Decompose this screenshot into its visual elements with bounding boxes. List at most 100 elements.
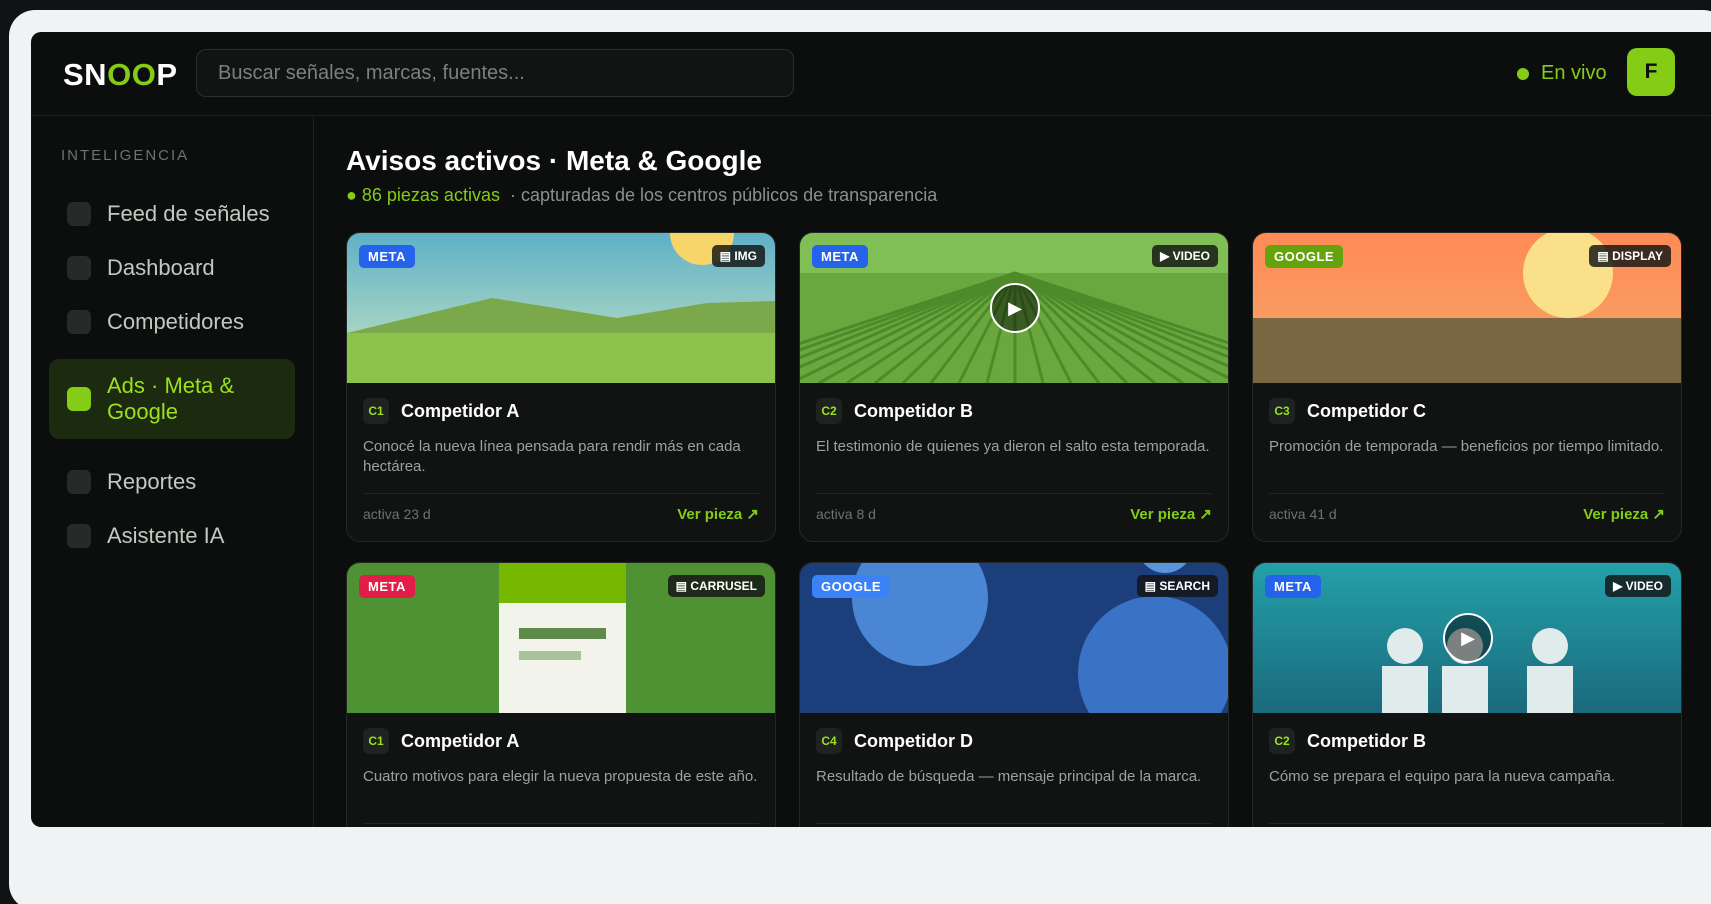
play-icon[interactable]: ▶	[990, 283, 1040, 333]
view-piece-link[interactable]: Ver pieza ↗	[1583, 505, 1665, 523]
format-badge: ▶ VIDEO	[1152, 245, 1218, 267]
sidebar-item-5[interactable]: Asistente IA	[49, 509, 295, 563]
sidebar-item-1[interactable]: Dashboard	[49, 241, 295, 295]
ad-card-footer	[816, 823, 1212, 827]
ad-description: Promoción de temporada — beneficios por …	[1269, 438, 1664, 455]
ad-thumbnail[interactable]: GOOGLE ▤ SEARCH	[800, 563, 1228, 713]
competitor-code: C1	[363, 728, 389, 754]
ad-card-footer: activa 8 d Ver pieza ↗	[816, 493, 1212, 533]
ad-card-body: C3 Competidor C Promoción de temporada —…	[1269, 398, 1665, 457]
competitor-code: C4	[816, 728, 842, 754]
ad-card-footer: activa 41 d Ver pieza ↗	[1269, 493, 1665, 533]
platform-badge: GOOGLE	[1265, 245, 1344, 268]
format-badge: ▶ VIDEO	[1605, 575, 1671, 597]
ad-description: El testimonio de quienes ya dieron el sa…	[816, 438, 1210, 455]
ad-card[interactable]: META ▶ VIDEO ▶ C2 Competidor B Cómo se p…	[1252, 562, 1682, 827]
sidebar-nav: Feed de señales Dashboard Competidores Ads …	[49, 187, 295, 563]
search-input[interactable]	[197, 50, 793, 96]
ad-card-footer	[1269, 823, 1665, 827]
top-bar: SNOOP En vivo F	[31, 32, 1711, 116]
live-status: En vivo	[1517, 62, 1607, 85]
competitor-code: C1	[363, 398, 389, 424]
page-subtitle: ● 86 piezas activas · capturadas de los c…	[346, 185, 937, 206]
platform-badge: META	[359, 245, 415, 268]
ad-description: Conocé la nueva línea pensada para rendi…	[363, 438, 741, 475]
subtitle-text: · capturadas de los centros públicos de …	[509, 185, 938, 205]
ad-thumbnail[interactable]: GOOGLE ▤ DISPLAY	[1253, 233, 1681, 383]
sidebar-item-label: Competidores	[107, 309, 244, 334]
logo[interactable]: SNOOP	[63, 57, 178, 93]
sidebar-item-2[interactable]: Competidores	[49, 295, 295, 349]
nav-square-icon	[67, 524, 91, 548]
ad-card-footer: activa 23 d Ver pieza ↗	[363, 493, 759, 533]
active-days: activa 8 d	[816, 505, 876, 522]
ad-card[interactable]: GOOGLE ▤ SEARCH C4 Competidor D Resultad…	[799, 562, 1229, 827]
competitor-row: C3 Competidor C	[1269, 398, 1665, 424]
nav-square-icon	[67, 470, 91, 494]
play-icon[interactable]: ▶	[1443, 613, 1493, 663]
ad-card[interactable]: META ▶ VIDEO ▶ C2 Competidor B El testim…	[799, 232, 1229, 542]
avatar[interactable]: F	[1627, 48, 1675, 96]
competitor-name: Competidor A	[401, 730, 520, 751]
logo-text-c: P	[156, 57, 178, 92]
ad-card-body: C1 Competidor A Conocé la nueva línea pe…	[363, 398, 759, 477]
competitor-code: C3	[1269, 398, 1295, 424]
ad-thumbnail[interactable]: META ▶ VIDEO ▶	[1253, 563, 1681, 713]
ad-card[interactable]: META ▤ CARRUSEL C1 Competidor A Cuatro m…	[346, 562, 776, 827]
sidebar-item-4[interactable]: Reportes	[49, 455, 295, 509]
competitor-code: C2	[816, 398, 842, 424]
sidebar-item-label: Ads · Meta & Google	[107, 373, 235, 424]
logo-text-a: SN	[63, 57, 108, 92]
format-badge: ▤ CARRUSEL	[667, 575, 765, 597]
sidebar-item-3[interactable]: Ads · Meta & Google	[49, 359, 295, 439]
ad-card[interactable]: GOOGLE ▤ DISPLAY C3 Competidor C Promoci…	[1252, 232, 1682, 542]
ad-thumbnail[interactable]: META ▤ IMG	[347, 233, 775, 383]
ad-card-body: C2 Competidor B Cómo se prepara el equip…	[1269, 728, 1665, 787]
view-piece-link[interactable]: Ver pieza ↗	[1130, 505, 1212, 523]
ad-thumbnail[interactable]: META ▤ CARRUSEL	[347, 563, 775, 713]
ad-card[interactable]: META ▤ IMG C1 Competidor A Conocé la nue…	[346, 232, 776, 542]
sidebar-item-label: Dashboard	[107, 255, 215, 280]
nav-square-icon	[67, 256, 91, 280]
nav-square-icon	[67, 202, 91, 226]
sidebar-item-label: Asistente IA	[107, 523, 225, 548]
platform-badge: META	[812, 245, 868, 268]
ad-description: Resultado de búsqueda — mensaje principa…	[816, 768, 1202, 785]
sidebar-item-0[interactable]: Feed de señales	[49, 187, 295, 241]
platform-badge: GOOGLE	[812, 575, 891, 598]
live-label: En vivo	[1541, 62, 1607, 84]
app-window: SNOOP En vivo F INTELIGENCIA Feed de señ…	[31, 32, 1711, 827]
active-days: activa 23 d	[363, 505, 431, 522]
view-piece-link[interactable]: Ver pieza ↗	[677, 505, 759, 523]
sidebar-item-label: Feed de señales	[107, 201, 270, 226]
competitor-code: C2	[1269, 728, 1295, 754]
platform-badge: META	[359, 575, 415, 598]
competitor-name: Competidor D	[854, 730, 973, 751]
ad-card-footer	[363, 823, 759, 827]
active-count: ● 86 piezas activas	[346, 185, 500, 205]
ad-card-body: C1 Competidor A Cuatro motivos para eleg…	[363, 728, 759, 787]
competitor-name: Competidor B	[854, 400, 973, 421]
main-content: Avisos activos · Meta & Google ● 86 piez…	[346, 117, 1711, 827]
competitor-name: Competidor B	[1307, 730, 1426, 751]
live-dot-icon	[1517, 67, 1529, 80]
nav-square-icon	[67, 310, 91, 334]
page-title: Avisos activos · Meta & Google	[346, 145, 762, 176]
ad-description: Cómo se prepara el equipo para la nueva …	[1269, 768, 1616, 785]
ad-thumbnail[interactable]: META ▶ VIDEO ▶	[800, 233, 1228, 383]
competitor-row: C2 Competidor B	[1269, 728, 1665, 754]
competitor-name: Competidor A	[401, 400, 520, 421]
competitor-row: C1 Competidor A	[363, 398, 759, 424]
format-badge: ▤ DISPLAY	[1589, 245, 1671, 267]
format-badge: ▤ IMG	[711, 245, 765, 267]
competitor-row: C1 Competidor A	[363, 728, 759, 754]
nav-square-icon	[67, 387, 91, 411]
sidebar-item-label: Reportes	[107, 469, 197, 494]
search-box	[196, 49, 794, 97]
platform-badge: META	[1265, 575, 1321, 598]
format-badge: ▤ SEARCH	[1136, 575, 1218, 597]
competitor-name: Competidor C	[1307, 400, 1426, 421]
sidebar-section-label: INTELIGENCIA	[61, 147, 190, 164]
ad-description: Cuatro motivos para elegir la nueva prop…	[363, 768, 758, 785]
ad-card-body: C2 Competidor B El testimonio de quienes…	[816, 398, 1212, 457]
